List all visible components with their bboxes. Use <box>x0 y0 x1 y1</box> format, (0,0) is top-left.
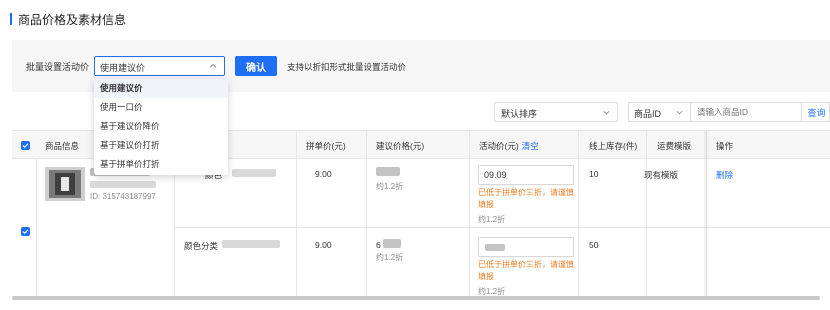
header-activity-price: 活动价(元) 清空 <box>479 140 539 152</box>
stock-value: 50 <box>589 240 599 250</box>
search-button[interactable]: 查询 <box>801 103 830 121</box>
checkbox-checked-icon <box>22 143 29 149</box>
divider <box>296 131 297 297</box>
divider <box>174 159 175 297</box>
header-group-price: 拼单价(元) <box>306 141 346 151</box>
search-input[interactable] <box>697 107 797 117</box>
batch-price-label: 批量设置活动价 <box>26 62 90 72</box>
divider <box>36 159 37 297</box>
header-freight: 运费模版 <box>657 141 692 151</box>
product-id: ID: 315743187997 <box>90 192 156 201</box>
redacted-product-title <box>90 181 156 188</box>
horizontal-scrollbar[interactable] <box>12 296 820 300</box>
divider <box>469 131 470 297</box>
dropdown-option-fixed[interactable]: 使用一口价 <box>94 98 228 117</box>
sku-label: 颜色分类 <box>184 241 219 251</box>
header-suggested-price: 建议价格(元) <box>376 141 425 151</box>
section-title-text: 商品价格及素材信息 <box>18 12 127 27</box>
confirm-button[interactable]: 确认 <box>235 56 277 76</box>
product-thumbnail <box>45 167 85 201</box>
suggested-discount: 约1.2折 <box>376 182 404 191</box>
section-title: 商品价格及素材信息 <box>10 12 127 27</box>
stock-value: 10 <box>589 169 599 179</box>
redacted-sku-value <box>222 240 280 248</box>
dropdown-option-group-discount[interactable]: 基于拼单价打折 <box>94 155 228 174</box>
batch-price-dropdown: 使用建议价 使用一口价 基于建议价降价 基于建议价打折 基于拼单价打折 <box>94 79 228 175</box>
checkbox-checked-icon <box>22 229 29 235</box>
dropdown-option-reduce[interactable]: 基于建议价降价 <box>94 117 228 136</box>
low-price-warning: 已低于拼单价三折，请谨慎填报 <box>478 188 574 209</box>
redacted-activity-price <box>485 244 505 251</box>
divider <box>646 131 647 297</box>
delete-link[interactable]: 删除 <box>716 169 733 181</box>
search-type-select[interactable]: 商品ID <box>629 103 691 121</box>
redacted-suggested-price <box>376 167 400 176</box>
chevron-down-icon <box>676 110 683 115</box>
header-goods: 商品信息 <box>45 141 80 151</box>
dropdown-option-suggested[interactable]: 使用建议价 <box>94 79 228 98</box>
chevron-up-icon <box>209 63 217 68</box>
suggested-discount: 约1.2折 <box>376 253 404 262</box>
title-accent-bar <box>10 13 12 25</box>
sort-select-value: 默认排序 <box>501 109 538 119</box>
group-price: 9.00 <box>315 169 332 179</box>
suggested-price: 6 <box>376 240 381 250</box>
row-checkbox[interactable] <box>21 227 30 236</box>
redacted-sku-value <box>232 169 276 177</box>
redacted-suggested-price <box>383 239 401 248</box>
header-stock: 线上库存(件) <box>589 141 638 151</box>
freight-template: 现有模版 <box>644 170 679 180</box>
chevron-down-icon <box>603 110 610 115</box>
activity-discount: 约1.2折 <box>478 215 506 224</box>
batch-hint-text: 支持以折扣形式批量设置活动价 <box>287 62 407 72</box>
divider <box>578 131 579 297</box>
dropdown-option-discount[interactable]: 基于建议价打折 <box>94 136 228 155</box>
activity-price-input[interactable]: 09.09 <box>478 165 574 185</box>
row-divider <box>174 227 830 228</box>
low-price-warning: 已低于拼单价三折，请谨慎填报 <box>478 260 574 281</box>
activity-price-value: 09.09 <box>484 170 507 180</box>
group-price: 9.00 <box>315 240 332 250</box>
batch-price-select[interactable]: 使用建议价 <box>94 56 225 76</box>
search-group: 商品ID 查询 <box>628 102 830 122</box>
select-all-checkbox[interactable] <box>21 141 30 150</box>
activity-price-input[interactable] <box>478 237 574 257</box>
divider <box>366 131 367 297</box>
fixed-column-shadow <box>704 131 710 297</box>
batch-price-select-value: 使用建议价 <box>100 63 146 73</box>
search-type-value: 商品ID <box>634 109 662 119</box>
product-image <box>45 167 85 201</box>
header-activity-price-label: 活动价(元) <box>479 141 519 151</box>
clear-link[interactable]: 清空 <box>522 141 539 151</box>
sort-select[interactable]: 默认排序 <box>494 102 618 122</box>
header-ops: 操作 <box>716 141 734 151</box>
